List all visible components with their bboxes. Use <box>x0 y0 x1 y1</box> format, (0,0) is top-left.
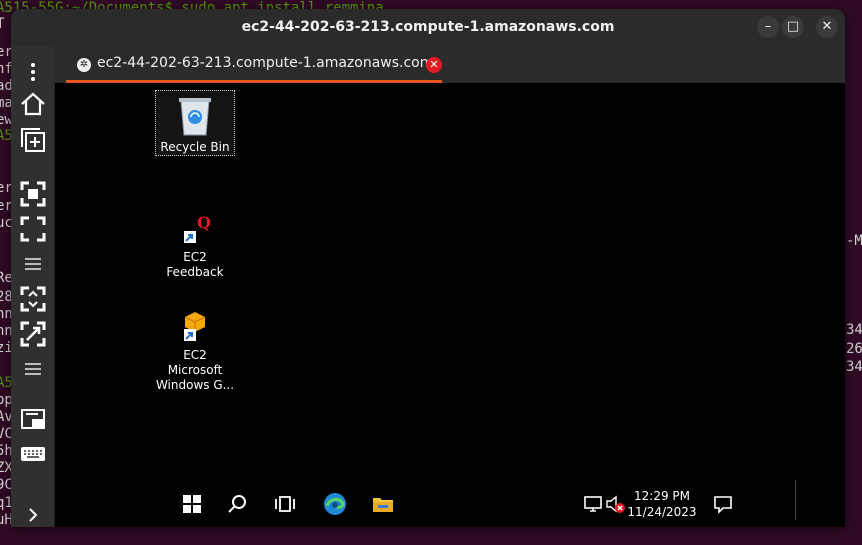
maximize-icon: □ <box>786 19 800 34</box>
title-bar[interactable]: ec2-44-202-63-213.compute-1.amazonaws.co… <box>11 9 845 46</box>
new-connection-icon <box>21 128 45 152</box>
recycle-bin-icon <box>179 98 211 136</box>
home-button[interactable] <box>19 90 47 118</box>
recycle-bin-label: Recycle Bin <box>160 140 230 154</box>
tab-label: ec2-44-202-63-213.compute-1.amazonaws.co… <box>97 55 434 71</box>
task-view-icon <box>275 496 295 512</box>
close-icon: ✕ <box>429 58 439 71</box>
file-explorer-icon <box>373 498 393 512</box>
remmina-toolbar <box>11 46 54 527</box>
multi-monitor-button[interactable] <box>19 406 47 434</box>
ec2-windows-guide-shortcut[interactable]: EC2 Microsoft Windows G... <box>155 309 235 393</box>
ec2-windows-label-line2: Windows G... <box>155 378 235 392</box>
fullscreen-icon <box>20 216 46 242</box>
scale-icon <box>20 286 46 312</box>
terminal-line-fragment: 34 <box>846 322 862 338</box>
edge-icon <box>324 493 346 515</box>
terminal-line-fragment: 26 <box>846 341 862 357</box>
terminal-line: T <box>0 16 5 32</box>
svg-text:Q: Q <box>197 213 211 232</box>
feedback-icon: Q <box>184 213 211 243</box>
fit-window-icon <box>20 181 46 207</box>
ec2-windows-label-line1: EC2 Microsoft <box>167 348 223 377</box>
tab-bar: ✲ ec2-44-202-63-213.compute-1.amazonaws.… <box>54 46 845 83</box>
remote-desktop[interactable]: Recycle Bin Q EC2 Feedback EC2 Microsoft… <box>55 83 845 527</box>
keyboard-button[interactable] <box>19 440 47 468</box>
terminal-line-fragment: -M <box>846 233 862 249</box>
close-button[interactable]: ✕ <box>816 16 838 38</box>
ec2-feedback-label: EC2 Feedback <box>166 250 224 279</box>
menu-button[interactable] <box>19 58 47 86</box>
connection-tab[interactable]: ✲ ec2-44-202-63-213.compute-1.amazonaws.… <box>66 46 442 83</box>
tab-close-button[interactable]: ✕ <box>426 57 442 73</box>
separator-icon <box>25 363 41 375</box>
keyboard-icon <box>21 447 45 461</box>
toolbar-separator <box>19 250 47 278</box>
aws-box-icon <box>184 312 206 341</box>
menu-icon <box>31 63 35 81</box>
windows-taskbar: 12:29 PM 11/24/2023 <box>155 480 845 527</box>
volume-tray-button[interactable] <box>603 492 627 516</box>
scale-button[interactable] <box>19 285 47 313</box>
expand-toolbar-button[interactable] <box>19 501 47 527</box>
show-desktop-divider[interactable] <box>795 480 796 520</box>
minimize-button[interactable]: – <box>757 16 779 38</box>
home-icon <box>21 92 45 116</box>
ec2-feedback-shortcut[interactable]: Q EC2 Feedback <box>155 211 235 280</box>
dynamic-resolution-icon <box>20 321 46 347</box>
separator-icon <box>25 258 41 270</box>
network-tray-button[interactable] <box>581 492 605 516</box>
window-title: ec2-44-202-63-213.compute-1.amazonaws.co… <box>241 19 615 35</box>
tray-clock[interactable]: 12:29 PM 11/24/2023 <box>627 488 697 520</box>
clock-time: 12:29 PM <box>634 489 690 503</box>
fullscreen-button[interactable] <box>19 215 47 243</box>
clock-date: 11/24/2023 <box>627 505 697 519</box>
recycle-bin-shortcut[interactable]: Recycle Bin <box>155 95 235 155</box>
toolbar-separator <box>19 355 47 383</box>
remote-desktop-icon: ✲ <box>77 58 91 72</box>
notification-icon <box>714 496 732 514</box>
task-view-button[interactable] <box>273 492 297 516</box>
volume-muted-icon <box>606 495 625 513</box>
network-icon <box>584 496 602 512</box>
search-icon <box>228 495 246 513</box>
edge-button[interactable] <box>323 492 347 516</box>
terminal-line-fragment: 34 <box>846 359 862 375</box>
start-button[interactable] <box>180 492 204 516</box>
dynamic-resolution-button[interactable] <box>19 320 47 348</box>
new-connection-button[interactable] <box>19 126 47 154</box>
maximize-button[interactable]: □ <box>782 16 804 38</box>
chevron-right-icon <box>29 508 38 522</box>
remmina-window: ec2-44-202-63-213.compute-1.amazonaws.co… <box>11 9 845 527</box>
multi-monitor-icon <box>21 409 45 429</box>
minimize-icon: – <box>764 19 772 34</box>
windows-start-icon <box>183 495 201 513</box>
notifications-button[interactable] <box>711 492 735 516</box>
fit-window-button[interactable] <box>19 180 47 208</box>
search-button[interactable] <box>225 492 249 516</box>
close-icon: ✕ <box>821 19 833 34</box>
file-explorer-button[interactable] <box>371 492 395 516</box>
